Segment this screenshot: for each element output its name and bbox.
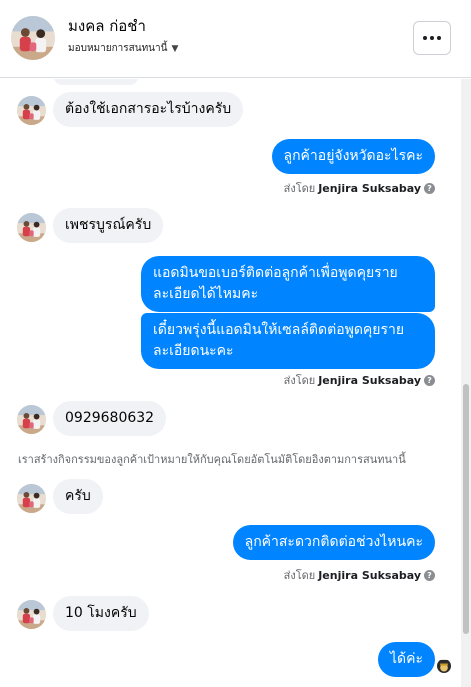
assign-conversation-dropdown[interactable]: มอบหมายการสนทนานี้ ▼ — [68, 41, 178, 56]
sent-by-label: ส่งโดย Jenjira Suksabay ? — [284, 566, 435, 584]
sent-by-label: ส่งโดย Jenjira Suksabay ? — [284, 179, 435, 197]
chevron-down-icon: ▼ — [171, 43, 179, 54]
agent-name: Jenjira Suksabay — [318, 373, 421, 387]
message-bubble-partial — [53, 79, 139, 85]
message-incoming: 10 โมงครับ — [53, 596, 149, 631]
question-circle-icon[interactable]: ? — [424, 374, 435, 386]
message-incoming: ต้องใช้เอกสารอะไรบ้างครับ — [53, 92, 244, 127]
scrollbar-thumb[interactable] — [463, 384, 469, 634]
more-options-button[interactable] — [413, 21, 451, 55]
sent-by-label: ส่งโดย Jenjira Suksabay ? — [284, 371, 435, 389]
conversation-header: มงคล ก่อชำ มอบหมายการสนทนานี้ ▼ — [0, 0, 471, 78]
contact-avatar-small[interactable] — [17, 213, 46, 242]
contact-avatar-small[interactable] — [17, 96, 46, 125]
system-notice: เราสร้างกิจกรรมของลูกค้าเป้าหมายให้กับคุ… — [18, 453, 406, 466]
message-outgoing: เดี๋ยวพรุ่งนี้แอดมินให้เซลล์ติดต่อพูดคุย… — [141, 313, 435, 369]
message-incoming: 0929680632 — [53, 401, 167, 436]
contact-avatar-small[interactable] — [17, 600, 46, 629]
message-outgoing: ลูกค้าอยู่จังหวัดอะไรคะ — [271, 139, 435, 174]
scrollbar[interactable] — [461, 79, 471, 687]
message-incoming: เพชรบูรณ์ครับ — [53, 208, 164, 243]
question-circle-icon[interactable]: ? — [424, 182, 435, 194]
agent-name: Jenjira Suksabay — [318, 568, 421, 582]
message-outgoing: แอดมินขอเบอร์ติดต่อลูกค้าเพื่อพูดคุยรายล… — [141, 256, 435, 312]
assign-label: มอบหมายการสนทนานี้ — [68, 43, 168, 54]
contact-avatar-small[interactable] — [17, 484, 46, 513]
seen-avatar — [437, 659, 451, 673]
contact-name[interactable]: มงคล ก่อชำ — [68, 14, 146, 38]
message-outgoing: ลูกค้าสะดวกติดต่อช่วงไหนคะ — [232, 525, 435, 560]
contact-avatar-small[interactable] — [17, 405, 46, 434]
more-dots-icon — [423, 36, 427, 40]
question-circle-icon[interactable]: ? — [424, 569, 435, 581]
agent-name: Jenjira Suksabay — [318, 181, 421, 195]
message-outgoing: ได้ค่ะ — [377, 642, 435, 677]
message-thread[interactable]: ต้องใช้เอกสารอะไรบ้างครับ ลูกค้าอยู่จังห… — [0, 79, 461, 687]
contact-avatar[interactable] — [11, 16, 55, 60]
message-incoming: ครับ — [53, 479, 103, 514]
